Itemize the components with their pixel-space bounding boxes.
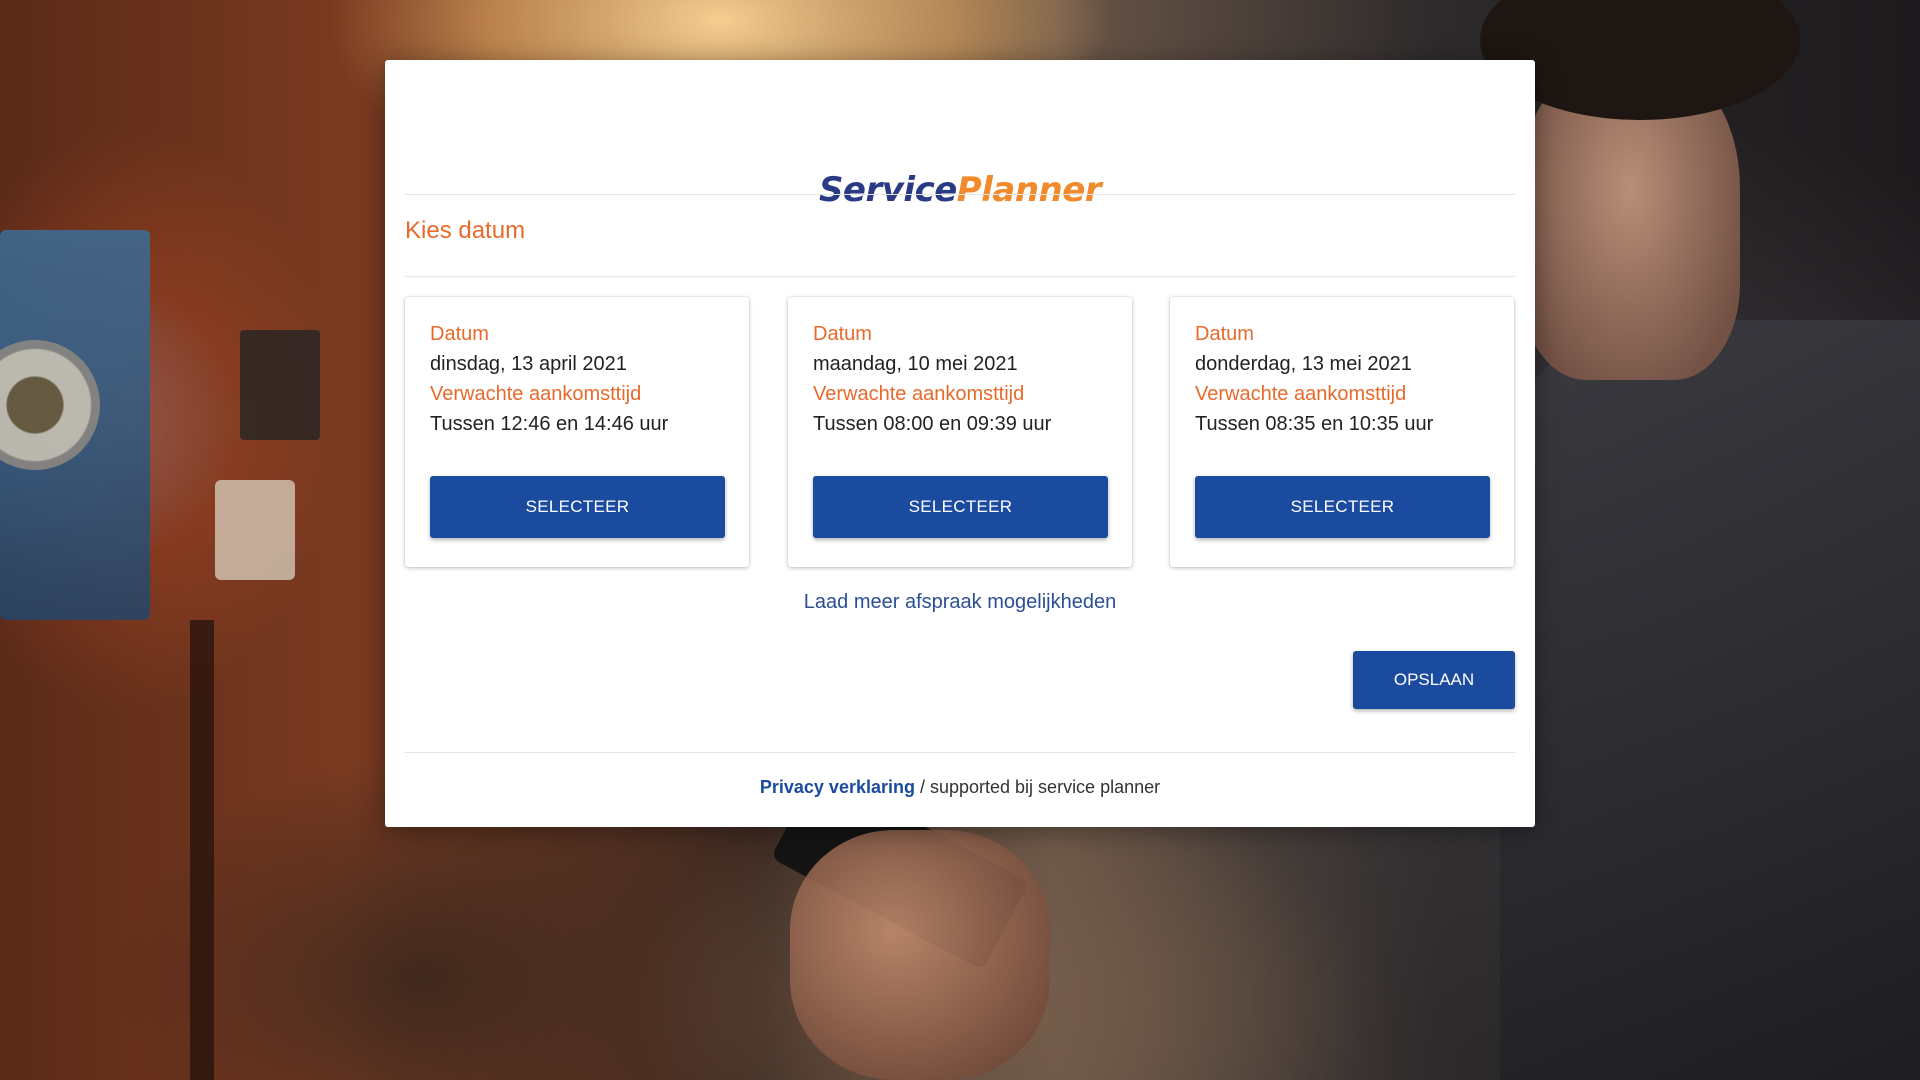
serviceplanner-logo: ServicePlanner	[818, 170, 1102, 210]
footer: Privacy verklaring / supported bij servi…	[385, 777, 1535, 798]
page-title: Kies datum	[405, 217, 526, 244]
divider-footer	[405, 752, 1515, 753]
date-option-card-3: Datum donderdag, 13 mei 2021 Verwachte a…	[1170, 297, 1514, 567]
arrival-time-label: Verwachte aankomsttijd	[813, 383, 1025, 405]
divider-section	[405, 276, 1515, 277]
arrival-time-value: Tussen 08:00 en 09:39 uur	[813, 413, 1052, 435]
background-hand	[790, 830, 1050, 1080]
arrival-time-value: Tussen 08:35 en 10:35 uur	[1195, 413, 1434, 435]
date-label: Datum	[1195, 323, 1254, 345]
select-button[interactable]: SELECTEER	[1195, 476, 1490, 538]
arrival-time-value: Tussen 12:46 en 14:46 uur	[430, 413, 669, 435]
load-more-link[interactable]: Laad meer afspraak mogelijkheden	[385, 591, 1535, 614]
save-button[interactable]: OPSLAAN	[1353, 651, 1515, 709]
background-meter	[240, 330, 320, 440]
privacy-link[interactable]: Privacy verklaring	[760, 777, 915, 797]
date-label: Datum	[430, 323, 489, 345]
date-value: donderdag, 13 mei 2021	[1195, 353, 1412, 375]
select-button[interactable]: SELECTEER	[430, 476, 725, 538]
arrival-time-label: Verwachte aankomsttijd	[430, 383, 642, 405]
background-pole	[190, 620, 214, 1080]
arrival-time-label: Verwachte aankomsttijd	[1195, 383, 1407, 405]
date-value: dinsdag, 13 april 2021	[430, 353, 627, 375]
date-value: maandag, 10 mei 2021	[813, 353, 1018, 375]
date-options: Datum dinsdag, 13 april 2021 Verwachte a…	[405, 297, 1515, 569]
date-label: Datum	[813, 323, 872, 345]
footer-supported-text: / supported bij service planner	[914, 777, 1161, 797]
divider-top	[405, 194, 1515, 195]
appointment-panel: ServicePlanner Kies datum Datum dinsdag,…	[385, 60, 1535, 827]
load-more-label[interactable]: Laad meer afspraak mogelijkheden	[804, 591, 1116, 613]
background-socket	[215, 480, 295, 580]
background-mechanic	[1500, 320, 1920, 1080]
date-option-card-2: Datum maandag, 10 mei 2021 Verwachte aan…	[788, 297, 1132, 567]
date-option-card-1: Datum dinsdag, 13 april 2021 Verwachte a…	[405, 297, 749, 567]
select-button[interactable]: SELECTEER	[813, 476, 1108, 538]
